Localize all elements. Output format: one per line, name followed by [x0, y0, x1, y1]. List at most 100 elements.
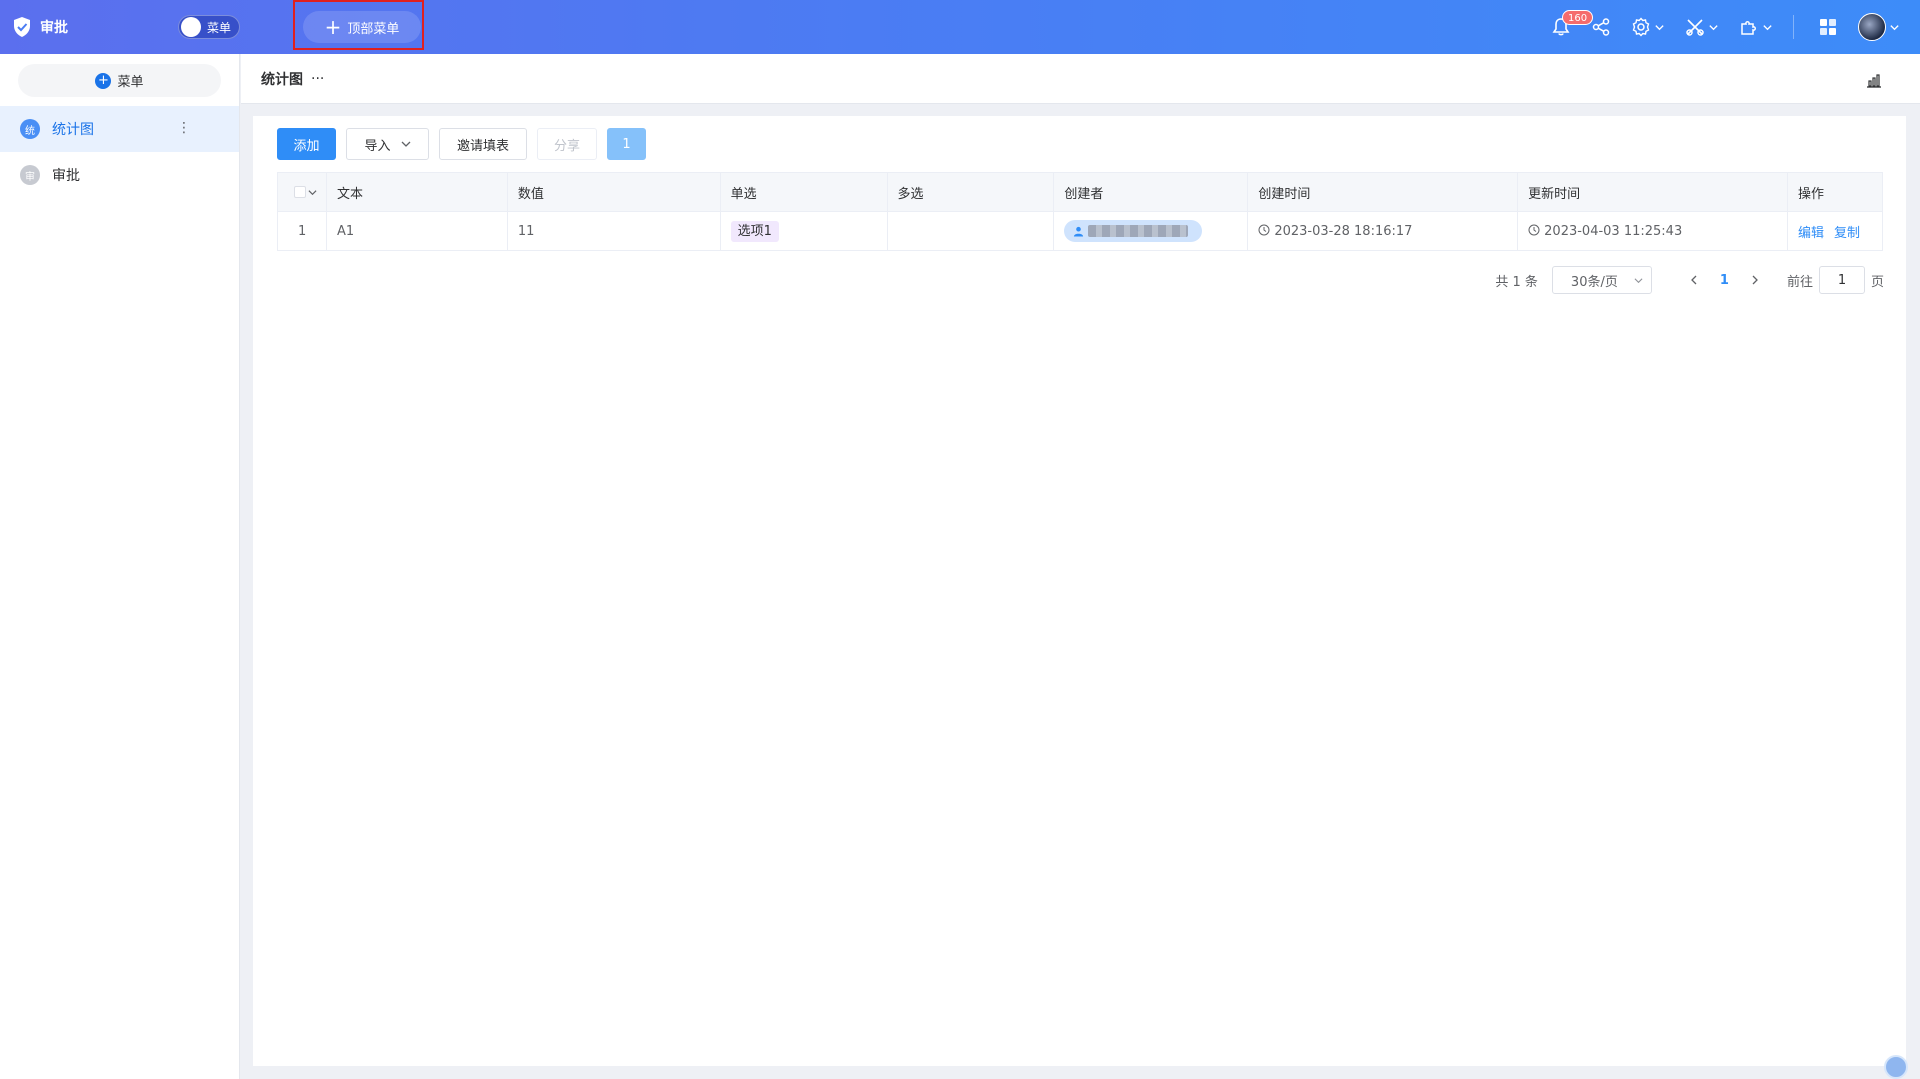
- chevron-down-icon: [1634, 277, 1643, 283]
- cell-created-time[interactable]: 2023-03-28 18:16:17: [1247, 211, 1519, 251]
- chevron-right-icon[interactable]: [1749, 274, 1761, 286]
- column-header-number[interactable]: 数值: [506, 172, 721, 212]
- top-right-actions: 160: [1551, 0, 1920, 54]
- column-header-text[interactable]: 文本: [325, 172, 508, 212]
- sidebar-item-approval[interactable]: 审 审批: [0, 152, 239, 198]
- avatar: [1858, 13, 1886, 41]
- edit-link[interactable]: 编辑: [1798, 226, 1824, 241]
- column-header-actions: 操作: [1786, 172, 1884, 212]
- toggle-label: 菜单: [207, 20, 232, 35]
- page-avatar-icon: 审: [20, 165, 40, 185]
- data-table: 文本 数值 单选 多选 创建者 创建时间 更新时间 操作 1 A1 11 选项1: [277, 172, 1884, 251]
- page-header: 统计图 ···: [241, 54, 1920, 104]
- cell-updated-time[interactable]: 2023-04-03 11:25:43: [1517, 211, 1788, 251]
- creator-pill: [1064, 220, 1203, 242]
- import-dropdown[interactable]: 导入: [346, 128, 429, 160]
- goto-suffix: 页: [1870, 274, 1884, 290]
- top-bar: 审批 菜单 + 顶部菜单 160: [0, 0, 1920, 54]
- settings-dropdown[interactable]: [1631, 17, 1665, 37]
- created-time-value: 2023-03-28 18:16:17: [1274, 223, 1413, 239]
- brand[interactable]: 审批: [12, 16, 167, 38]
- add-menu-label: 菜单: [117, 75, 144, 90]
- updated-time-value: 2023-04-03 11:25:43: [1544, 223, 1683, 239]
- cell-number[interactable]: 11: [506, 211, 721, 251]
- cell-creator[interactable]: [1053, 211, 1249, 251]
- bar-chart-icon[interactable]: [1866, 72, 1882, 88]
- pagination: 共 1 条 30条/页 1 前往 页: [1495, 266, 1884, 294]
- more-vertical-icon[interactable]: ⋮: [177, 120, 191, 136]
- add-menu-button[interactable]: + 菜单: [18, 64, 221, 97]
- column-header-created-time[interactable]: 创建时间: [1247, 172, 1519, 212]
- copy-link[interactable]: 复制: [1834, 226, 1860, 241]
- sidebar-item-stats-chart[interactable]: 统 统计图 ⋮: [0, 106, 239, 152]
- help-chat-icon[interactable]: [1884, 1055, 1908, 1079]
- column-header-multi-select[interactable]: 多选: [886, 172, 1055, 212]
- header-divider: [1793, 15, 1794, 39]
- sidebar: + 菜单 统 统计图 ⋮ 审 审批: [0, 54, 240, 1079]
- column-header-single-select[interactable]: 单选: [719, 172, 888, 212]
- add-top-menu-label: 顶部菜单: [347, 21, 400, 37]
- column-header-updated-time[interactable]: 更新时间: [1517, 172, 1788, 212]
- sidebar-menu-list: 统 统计图 ⋮ 审 审批: [0, 106, 239, 198]
- import-label: 导入: [364, 138, 391, 154]
- plus-circle-icon: +: [95, 72, 112, 89]
- page-avatar-icon: 统: [20, 119, 40, 139]
- page-size-select[interactable]: 30条/页: [1551, 266, 1652, 294]
- select-all-checkbox[interactable]: [294, 186, 306, 198]
- gear-icon: [1632, 17, 1650, 37]
- column-header-creator[interactable]: 创建者: [1053, 172, 1249, 212]
- app-title: 审批: [40, 20, 68, 36]
- clock-icon: [1258, 224, 1270, 235]
- total-count: 共 1 条: [1495, 274, 1538, 290]
- grid-apps-icon: [1820, 19, 1836, 35]
- option-tag: 选项1: [730, 220, 779, 242]
- user-menu-dropdown[interactable]: [1858, 13, 1900, 41]
- tools-dropdown[interactable]: [1685, 17, 1719, 37]
- share-button-disabled[interactable]: 分享: [537, 128, 597, 160]
- menu-toggle-switch[interactable]: 菜单: [178, 15, 240, 39]
- tools-icon: [1686, 19, 1704, 36]
- table-header-row: 文本 数值 单选 多选 创建者 创建时间 更新时间 操作: [277, 172, 1884, 212]
- add-top-menu-button[interactable]: + 顶部菜单: [303, 11, 421, 43]
- invite-fill-button[interactable]: 邀请填表: [439, 128, 527, 160]
- chevron-down-icon: [401, 141, 410, 147]
- chevron-down-icon: [1763, 24, 1772, 30]
- clock-icon: [1528, 224, 1540, 235]
- content-card: 添加 导入 邀请填表 分享 1 文本 数值 单选 多选 创建者 创建时间 更新时…: [253, 116, 1906, 1066]
- plus-icon: +: [324, 15, 342, 39]
- redacted-username: [1088, 225, 1189, 237]
- shield-check-icon: [14, 17, 30, 37]
- share-icon: [1592, 18, 1610, 36]
- chevron-down-icon[interactable]: [308, 188, 317, 197]
- page-title: 统计图: [261, 71, 303, 88]
- notification-badge: 160: [1562, 10, 1594, 25]
- table-row[interactable]: 1 A1 11 选项1 2023-03-28 18:16:17 2023-04-…: [277, 211, 1884, 251]
- share-button[interactable]: [1591, 17, 1611, 37]
- cell-multi-select[interactable]: [886, 211, 1055, 251]
- page-more-menu[interactable]: ···: [311, 71, 324, 87]
- user-icon: [1074, 226, 1084, 237]
- add-button[interactable]: 添加: [277, 128, 336, 160]
- toggle-knob: [181, 17, 201, 37]
- cell-text[interactable]: A1: [325, 211, 508, 251]
- cell-actions: 编辑 复制: [1786, 211, 1884, 251]
- cell-single-select[interactable]: 选项1: [719, 211, 888, 251]
- table-toolbar: 添加 导入 邀请填表 分享 1: [277, 128, 656, 160]
- goto-page-input[interactable]: [1818, 266, 1865, 294]
- plugins-dropdown[interactable]: [1739, 17, 1773, 37]
- sidebar-item-label: 统计图: [52, 122, 94, 138]
- select-all-cell[interactable]: [277, 172, 327, 212]
- goto-prefix: 前往: [1786, 274, 1813, 290]
- current-page-number[interactable]: 1: [1720, 273, 1729, 288]
- puzzle-icon: [1741, 21, 1756, 35]
- chevron-down-icon: [1709, 24, 1718, 30]
- row-index: 1: [277, 211, 327, 251]
- apps-button[interactable]: [1818, 17, 1838, 37]
- selection-count-button[interactable]: 1: [607, 128, 646, 160]
- chevron-down-icon: [1655, 24, 1664, 30]
- notifications-button[interactable]: 160: [1551, 10, 1594, 37]
- page-size-value: 30条/页: [1570, 274, 1618, 290]
- sidebar-item-label: 审批: [52, 168, 80, 184]
- chevron-left-icon[interactable]: [1688, 274, 1700, 286]
- chevron-down-icon: [1890, 24, 1899, 30]
